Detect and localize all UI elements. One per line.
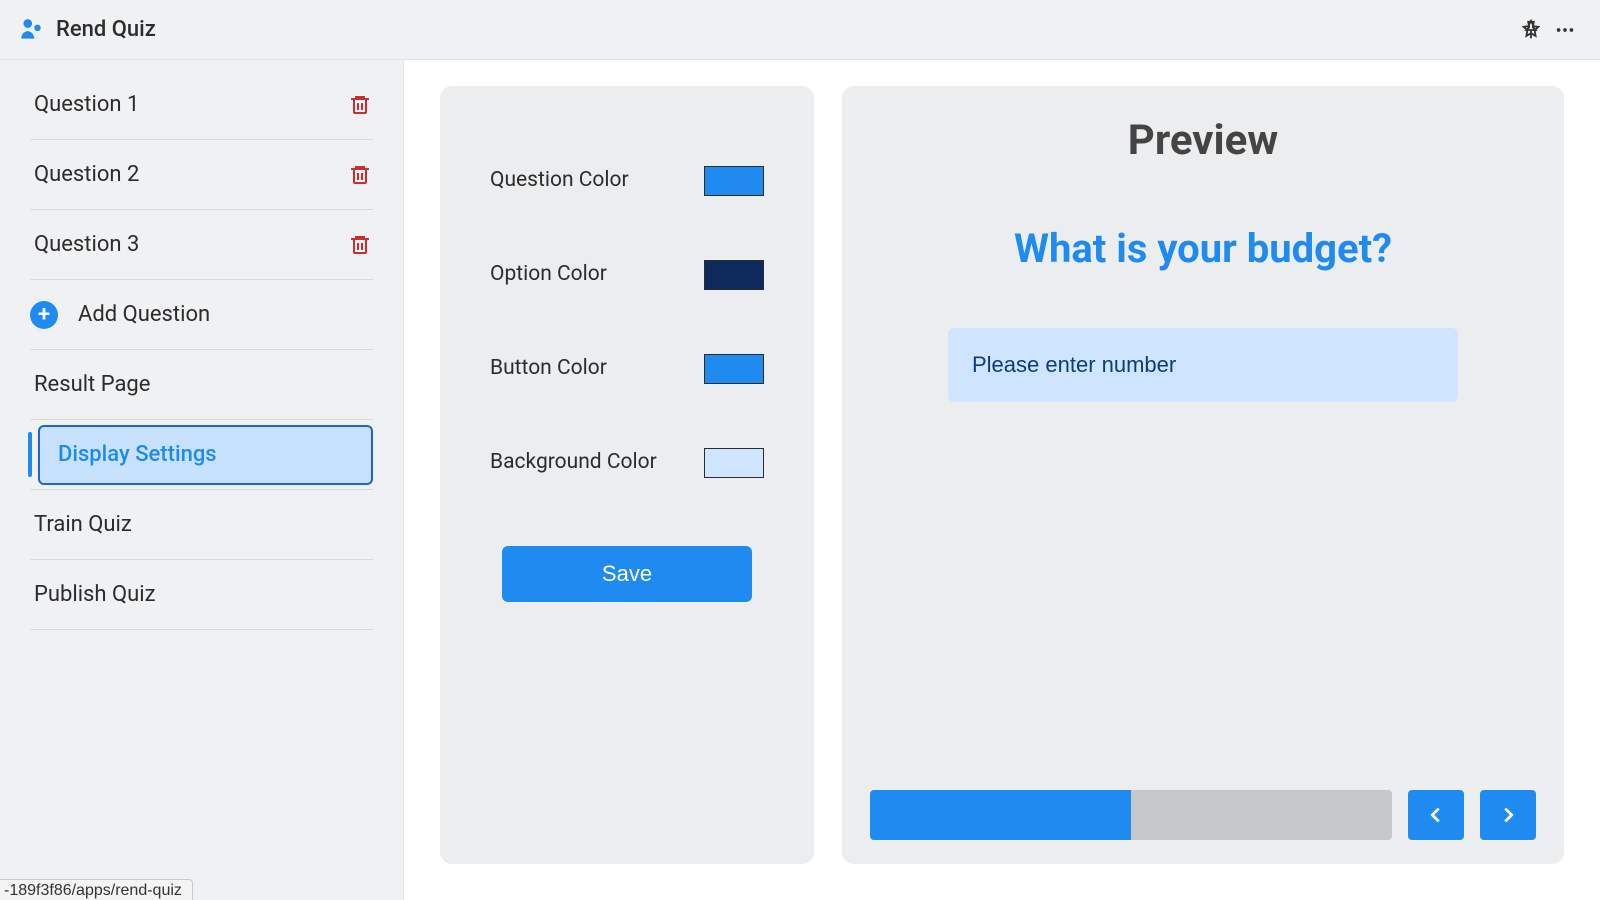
app-logo-icon	[18, 17, 44, 43]
main-content: Question Color Option Color Button Color Ba…	[404, 60, 1600, 900]
setting-row-0: Question Color	[490, 166, 764, 196]
setting-row-2: Button Color	[490, 354, 764, 384]
sidebar: Question 1 Question 2 Question 3 + Add Quest…	[0, 60, 404, 900]
next-button[interactable]	[1480, 790, 1536, 840]
plus-icon: +	[30, 301, 58, 329]
app-header: Rend Quiz	[0, 0, 1600, 60]
setting-row-3: Background Color	[490, 448, 764, 478]
sidebar-item-label: Question 2	[30, 162, 139, 187]
more-icon[interactable]	[1548, 13, 1582, 47]
sidebar-question-3[interactable]: Question 3	[30, 210, 373, 280]
preview-number-input[interactable]	[948, 328, 1458, 402]
color-swatch[interactable]	[704, 260, 764, 290]
preview-question-text: What is your budget?	[870, 225, 1536, 272]
preview-panel: Preview What is your budget?	[842, 86, 1564, 864]
color-swatch[interactable]	[704, 166, 764, 196]
trash-icon[interactable]	[347, 92, 373, 118]
setting-row-1: Option Color	[490, 260, 764, 290]
sidebar-question-1[interactable]: Question 1	[30, 70, 373, 140]
sidebar-item-label: Question 3	[30, 232, 139, 257]
trash-icon[interactable]	[347, 162, 373, 188]
display-settings-panel: Question Color Option Color Button Color Ba…	[440, 86, 814, 864]
prev-button[interactable]	[1408, 790, 1464, 840]
preview-title: Preview	[870, 116, 1536, 165]
setting-label: Button Color	[490, 354, 607, 383]
sidebar-item-publish-quiz[interactable]: Publish Quiz	[30, 560, 373, 630]
save-button[interactable]: Save	[502, 546, 752, 602]
app-title: Rend Quiz	[56, 17, 156, 42]
sidebar-item-label: Train Quiz	[30, 512, 132, 537]
progress-bar	[870, 790, 1392, 840]
setting-label: Option Color	[490, 260, 607, 289]
color-swatch[interactable]	[704, 354, 764, 384]
setting-label: Question Color	[490, 166, 629, 195]
sidebar-item-label: Publish Quiz	[30, 582, 156, 607]
sidebar-item-label: Question 1	[30, 92, 139, 117]
sidebar-item-label: Display Settings	[58, 442, 217, 467]
trash-icon[interactable]	[347, 232, 373, 258]
status-url-fragment: -189f3f86/apps/rend-quiz	[0, 879, 193, 900]
pin-icon[interactable]	[1514, 13, 1548, 47]
add-question-button[interactable]: + Add Question	[30, 280, 373, 350]
sidebar-item-display settings[interactable]: Display Settings	[38, 425, 373, 485]
sidebar-item-train-quiz[interactable]: Train Quiz	[30, 490, 373, 560]
sidebar-item-label: Result Page	[30, 372, 150, 397]
sidebar-question-2[interactable]: Question 2	[30, 140, 373, 210]
setting-label: Background Color	[490, 448, 657, 477]
progress-fill	[870, 790, 1131, 840]
sidebar-item-result-page[interactable]: Result Page	[30, 350, 373, 420]
sidebar-item-label: Add Question	[74, 302, 210, 327]
color-swatch[interactable]	[704, 448, 764, 478]
